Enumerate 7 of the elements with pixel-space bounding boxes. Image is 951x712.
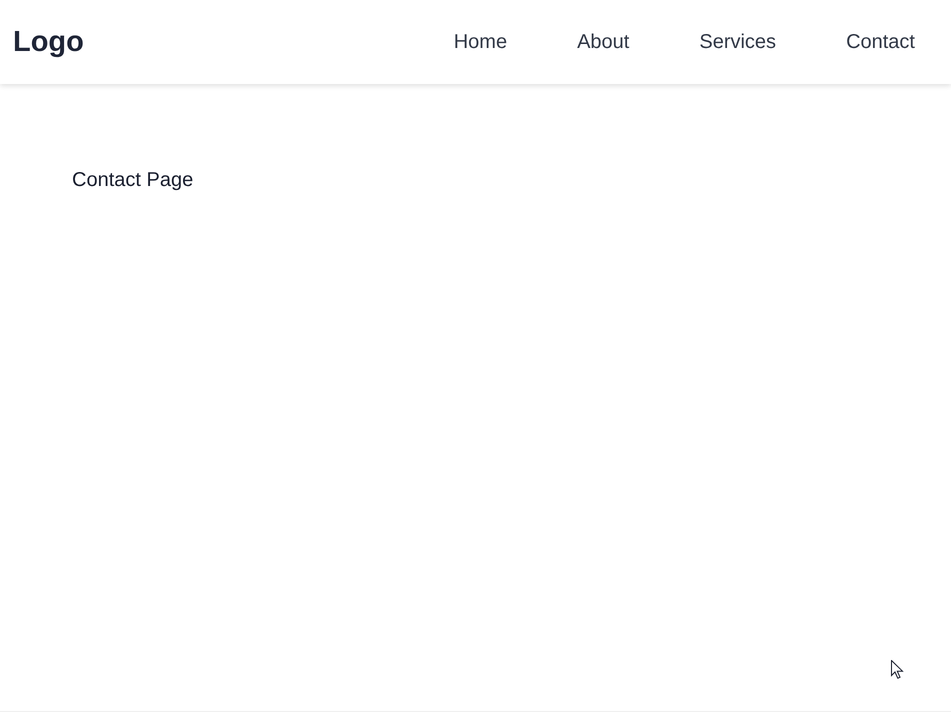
page-heading: Contact Page: [72, 168, 194, 192]
nav-link[interactable]: Home: [454, 30, 508, 54]
nav-link[interactable]: Contact: [846, 30, 915, 54]
nav-link[interactable]: Services: [699, 30, 776, 54]
mouse-pointer-icon: [891, 660, 904, 679]
nav-link[interactable]: About: [577, 30, 630, 54]
logo[interactable]: Logo: [13, 24, 84, 60]
